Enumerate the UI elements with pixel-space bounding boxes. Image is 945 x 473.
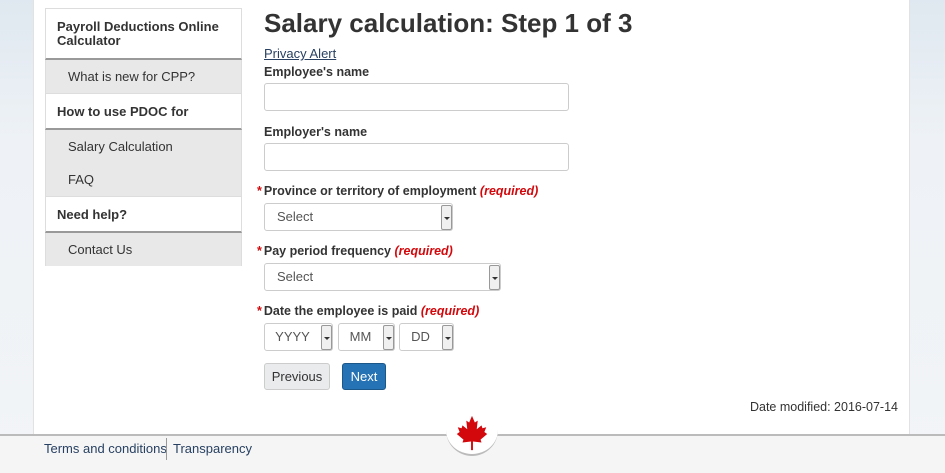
day-select[interactable]: DD <box>399 323 454 351</box>
sidebar-group-howto: How to use PDOC for <box>45 93 242 130</box>
chevron-down-icon[interactable] <box>442 325 453 350</box>
canada-emblem <box>446 408 498 456</box>
date-modified: Date modified: 2016-07-14 <box>749 400 898 414</box>
employer-name-input[interactable] <box>264 143 569 171</box>
sidebar-nav: Payroll Deductions Online Calculator Wha… <box>45 8 242 266</box>
pay-period-select[interactable]: Select <box>264 263 501 291</box>
year-select[interactable]: YYYY <box>264 323 333 351</box>
pay-period-label-text: Pay period frequency <box>263 244 391 258</box>
next-button[interactable]: Next <box>342 363 386 390</box>
required-star: * <box>257 244 262 258</box>
sidebar-title[interactable]: Payroll Deductions Online Calculator <box>45 8 242 60</box>
employer-name-label: Employer's name <box>264 125 368 139</box>
chevron-down-icon[interactable] <box>321 325 332 350</box>
footer-divider <box>166 438 167 460</box>
maple-leaf-icon <box>456 415 488 451</box>
sidebar-group-help: Need help? <box>45 196 242 233</box>
chevron-down-icon[interactable] <box>441 205 452 230</box>
previous-button[interactable]: Previous <box>264 363 330 390</box>
province-label-text: Province or territory of employment <box>263 184 477 198</box>
pay-period-label: * Pay period frequency (required) <box>257 244 453 258</box>
pay-period-select-value: Select <box>277 269 314 284</box>
chevron-down-icon[interactable] <box>489 265 500 290</box>
required-star: * <box>257 304 262 318</box>
year-select-value: YYYY <box>275 329 310 344</box>
day-select-value: DD <box>411 329 430 344</box>
month-select[interactable]: MM <box>338 323 395 351</box>
province-label: * Province or territory of employment (re… <box>257 184 539 198</box>
sidebar-item-contact[interactable]: Contact Us <box>45 233 242 266</box>
required-note: (required) <box>479 184 539 198</box>
province-select-value: Select <box>277 209 314 224</box>
required-note: (required) <box>394 244 453 258</box>
pay-date-label: * Date the employee is paid (required) <box>257 304 480 318</box>
sidebar-item-cpp[interactable]: What is new for CPP? <box>45 60 242 93</box>
required-star: * <box>257 184 262 198</box>
pay-date-label-text: Date the employee is paid <box>263 304 418 318</box>
required-note: (required) <box>420 304 480 318</box>
month-select-value: MM <box>349 329 372 344</box>
sidebar-item-faq[interactable]: FAQ <box>45 163 242 196</box>
privacy-alert-link[interactable]: Privacy Alert <box>264 46 336 61</box>
employee-name-label: Employee's name <box>264 65 370 79</box>
page-title: Salary calculation: Step 1 of 3 <box>264 8 633 38</box>
sidebar-item-salary[interactable]: Salary Calculation <box>45 130 242 163</box>
employee-name-input[interactable] <box>264 83 569 111</box>
transparency-link[interactable]: Transparency <box>173 441 252 456</box>
terms-link[interactable]: Terms and conditions <box>44 441 167 456</box>
province-select[interactable]: Select <box>264 203 453 231</box>
chevron-down-icon[interactable] <box>383 325 394 350</box>
